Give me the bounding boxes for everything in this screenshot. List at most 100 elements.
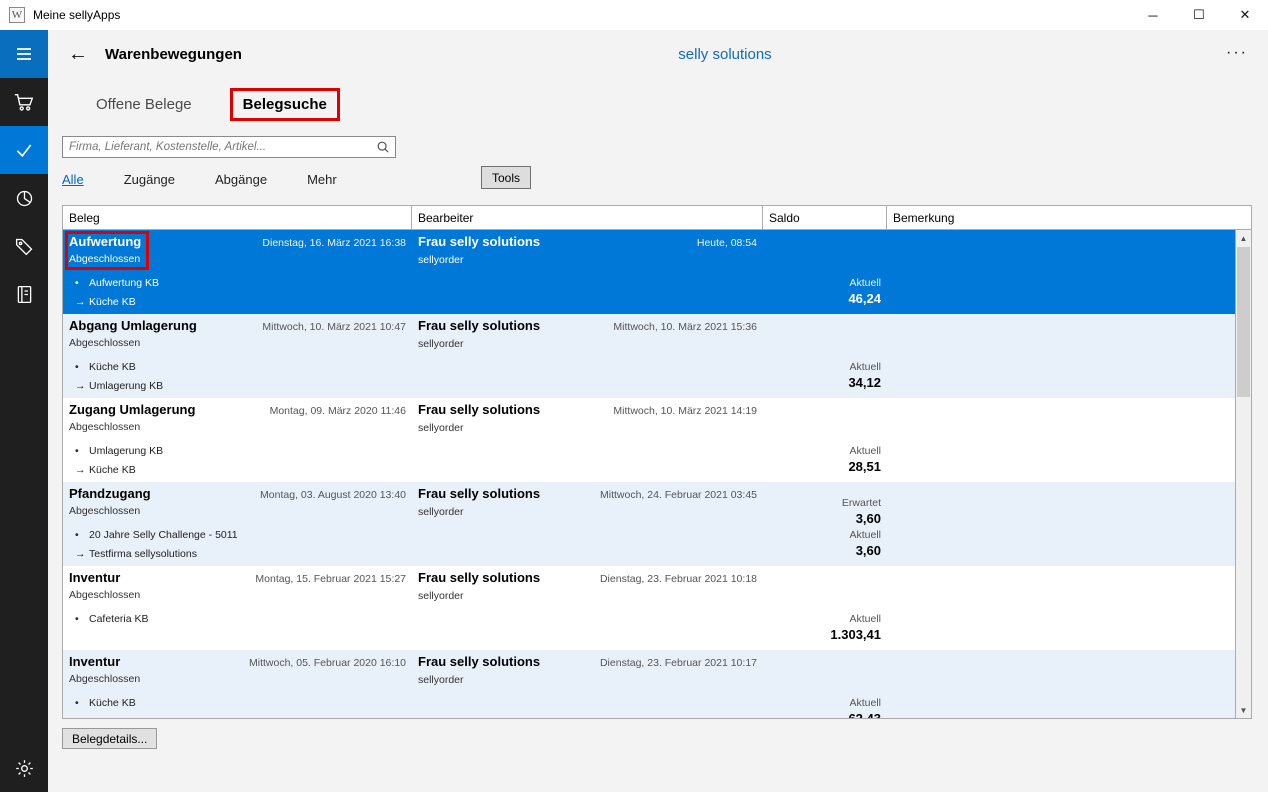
saldo-cell: Aktuell62,43 xyxy=(763,650,887,718)
filter-mehr[interactable]: Mehr xyxy=(307,172,337,187)
minimize-button[interactable]: ─ xyxy=(1130,0,1176,30)
bearbeiter-cell: Frau selly solutions Mittwoch, 10. März … xyxy=(412,398,763,482)
saldo-label: Aktuell xyxy=(830,613,881,625)
scrollbar-thumb[interactable] xyxy=(1237,247,1250,397)
row-title: Zugang Umlagerung xyxy=(69,402,195,417)
editor-name: Frau selly solutions xyxy=(418,570,540,585)
journal-icon xyxy=(14,284,35,305)
editor-date: Heute, 08:54 xyxy=(697,237,757,249)
item-text: Küche KB xyxy=(89,697,136,709)
hamburger-menu-button[interactable] xyxy=(0,30,48,78)
row-title: Aufwertung xyxy=(69,234,141,249)
beleg-cell: Abgang Umlagerung Mittwoch, 10. März 202… xyxy=(63,314,412,398)
tab-offene-belege[interactable]: Offene Belege xyxy=(86,91,202,118)
editor-date: Mittwoch, 24. Februar 2021 03:45 xyxy=(600,489,757,501)
saldo-cell: Aktuell 1.303,41 xyxy=(763,566,887,650)
saldo-cell: Aktuell34,12 xyxy=(763,314,887,398)
item-marker-icon: • xyxy=(75,442,89,461)
editor-account: sellyorder xyxy=(418,674,464,686)
saldo-label: Aktuell xyxy=(849,529,881,541)
editor-account: sellyorder xyxy=(418,422,464,434)
sidebar-item-cart[interactable] xyxy=(0,78,48,126)
table-row[interactable]: Inventur Mittwoch, 05. Februar 2020 16:1… xyxy=(63,650,1235,718)
bemerkung-cell xyxy=(887,482,1235,566)
tab-bar: Offene Belege Belegsuche xyxy=(86,86,340,122)
saldo-value: 46,24 xyxy=(848,291,881,306)
saldo-cell: Aktuell28,51 xyxy=(763,398,887,482)
sidebar-item-reports[interactable] xyxy=(0,174,48,222)
item-marker-icon: • xyxy=(75,694,89,713)
close-button[interactable]: ✕ xyxy=(1222,0,1268,30)
table-row[interactable]: Pfandzugang Montag, 03. August 2020 13:4… xyxy=(63,482,1235,566)
row-date: Mittwoch, 05. Februar 2020 16:10 xyxy=(249,657,406,669)
table-header: Beleg Bearbeiter Saldo Bemerkung xyxy=(63,206,1251,230)
search-input[interactable] xyxy=(62,136,396,158)
row-date: Montag, 09. März 2020 11:46 xyxy=(270,405,406,417)
scroll-up-icon[interactable]: ▲ xyxy=(1236,230,1251,246)
bearbeiter-cell: Frau selly solutions Mittwoch, 10. März … xyxy=(412,314,763,398)
row-status: Abgeschlossen xyxy=(69,673,140,685)
search-icon[interactable] xyxy=(376,140,390,154)
row-item: •Küche KB xyxy=(75,694,136,713)
editor-date: Mittwoch, 10. März 2021 15:36 xyxy=(613,321,757,333)
item-text: Umlagerung KB xyxy=(89,445,163,457)
saldo-cell: Aktuell46,24 xyxy=(763,230,887,314)
sidebar-item-warenbewegungen[interactable] xyxy=(0,126,48,174)
beleg-cell: Inventur Montag, 15. Februar 2021 15:27 … xyxy=(63,566,412,650)
row-items: •Umlagerung KB→Küche KB xyxy=(75,442,163,480)
vertical-scrollbar[interactable]: ▲ ▼ xyxy=(1235,230,1251,718)
table-row[interactable]: Abgang Umlagerung Mittwoch, 10. März 202… xyxy=(63,314,1235,398)
filter-zugaenge[interactable]: Zugänge xyxy=(124,172,175,187)
editor-account: sellyorder xyxy=(418,338,464,350)
belegdetails-button[interactable]: Belegdetails... xyxy=(62,728,157,749)
item-marker-icon: → xyxy=(75,461,89,480)
saldo-entry: Aktuell 1.303,41 xyxy=(830,613,881,642)
item-text: 20 Jahre Selly Challenge - 5011 xyxy=(89,529,238,541)
editor-name: Frau selly solutions xyxy=(418,318,540,333)
row-date: Montag, 15. Februar 2021 15:27 xyxy=(255,573,406,585)
pie-chart-icon xyxy=(14,188,35,209)
maximize-button[interactable]: ☐ xyxy=(1176,0,1222,30)
column-header-bearbeiter[interactable]: Bearbeiter xyxy=(412,206,763,229)
back-button[interactable]: ← xyxy=(64,40,92,68)
column-header-saldo[interactable]: Saldo xyxy=(763,206,887,229)
filter-abgaenge[interactable]: Abgänge xyxy=(215,172,267,187)
row-item: •Aufwertung KB xyxy=(75,274,159,293)
row-title: Pfandzugang xyxy=(69,486,151,501)
table-row[interactable]: Aufwertung Dienstag, 16. März 2021 16:38… xyxy=(63,230,1235,314)
sidebar-item-tags[interactable] xyxy=(0,222,48,270)
item-marker-icon: • xyxy=(75,358,89,377)
bemerkung-cell xyxy=(887,398,1235,482)
item-marker-icon: → xyxy=(75,545,89,564)
bemerkung-cell xyxy=(887,230,1235,314)
row-item: •Küche KB xyxy=(75,358,163,377)
editor-name: Frau selly solutions xyxy=(418,486,540,501)
beleg-cell: Zugang Umlagerung Montag, 09. März 2020 … xyxy=(63,398,412,482)
filter-alle[interactable]: Alle xyxy=(62,172,84,187)
bearbeiter-cell: Frau selly solutions Heute, 08:54 sellyo… xyxy=(412,230,763,314)
item-text: Testfirma sellysolutions xyxy=(89,548,197,560)
search-box xyxy=(62,136,396,158)
table-row[interactable]: Zugang Umlagerung Montag, 09. März 2020 … xyxy=(63,398,1235,482)
saldo-value: 1.303,41 xyxy=(830,627,881,642)
titlebar: W Meine sellyApps ─ ☐ ✕ xyxy=(0,0,1268,30)
sidebar-item-journal[interactable] xyxy=(0,270,48,318)
bemerkung-cell xyxy=(887,314,1235,398)
scroll-down-icon[interactable]: ▼ xyxy=(1236,702,1251,718)
page-title: Warenbewegungen xyxy=(105,46,242,63)
table-row[interactable]: Inventur Montag, 15. Februar 2021 15:27 … xyxy=(63,566,1235,650)
column-header-bemerkung[interactable]: Bemerkung xyxy=(887,206,1251,229)
row-title: Inventur xyxy=(69,570,120,585)
row-status: Abgeschlossen xyxy=(69,505,140,517)
tab-belegsuche[interactable]: Belegsuche xyxy=(230,88,340,121)
row-status: Abgeschlossen xyxy=(69,589,140,601)
settings-button[interactable] xyxy=(0,744,48,792)
editor-name: Frau selly solutions xyxy=(418,402,540,417)
more-options-button[interactable]: ··· xyxy=(1222,40,1252,66)
bearbeiter-cell: Frau selly solutions Mittwoch, 24. Febru… xyxy=(412,482,763,566)
bearbeiter-cell: Frau selly solutions Dienstag, 23. Febru… xyxy=(412,650,763,718)
tools-button[interactable]: Tools xyxy=(481,166,531,189)
item-text: Cafeteria KB xyxy=(89,613,149,625)
column-header-beleg[interactable]: Beleg xyxy=(63,206,412,229)
item-marker-icon: → xyxy=(75,377,89,396)
